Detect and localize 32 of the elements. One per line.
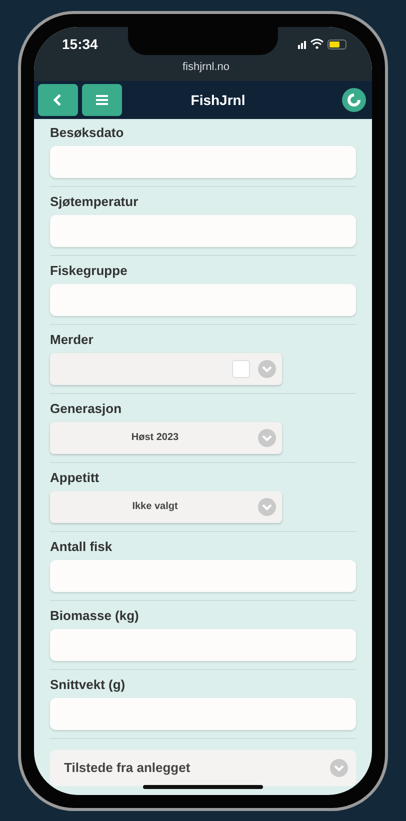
field-label: Sjøtemperatur	[50, 194, 140, 208]
field-label: Generasjon	[50, 400, 123, 416]
status-time: 15:34	[62, 36, 98, 52]
text-input[interactable]	[50, 560, 356, 592]
url-text[interactable]: fishjrnl.no	[182, 60, 230, 72]
field-label: Appetitt	[50, 470, 100, 484]
chevron-icon	[330, 758, 348, 776]
chevron-icon	[258, 428, 276, 446]
refresh-icon[interactable]	[342, 88, 366, 112]
text-input[interactable]	[50, 628, 356, 660]
back-button[interactable]	[38, 84, 78, 116]
field-label: Biomasse (kg)	[50, 608, 140, 622]
chevron-icon	[258, 360, 276, 378]
text-input[interactable]	[50, 214, 356, 246]
menu-button[interactable]	[82, 84, 122, 116]
text-input[interactable]	[50, 698, 356, 730]
select-field[interactable]: Høst 2023	[50, 422, 282, 454]
checkbox[interactable]	[232, 360, 250, 378]
back-icon	[53, 94, 63, 106]
chevron-icon	[258, 498, 276, 516]
field-label: Besøksdato	[50, 124, 125, 140]
field-label: Fiskegruppe	[50, 262, 128, 278]
text-input[interactable]	[50, 146, 356, 178]
field-label: Antall fisk	[50, 538, 114, 554]
menu-icon	[96, 94, 108, 104]
field-label: Snittvekt (g)	[50, 676, 126, 692]
field-label: Merder	[50, 332, 94, 346]
app-title: FishJrnl	[190, 92, 246, 108]
collapsible-section[interactable]: Tilstede fra anlegget	[50, 750, 356, 786]
text-input[interactable]	[50, 284, 356, 316]
select-field[interactable]	[50, 352, 282, 384]
select-field[interactable]: Ikke valgt	[50, 490, 282, 522]
